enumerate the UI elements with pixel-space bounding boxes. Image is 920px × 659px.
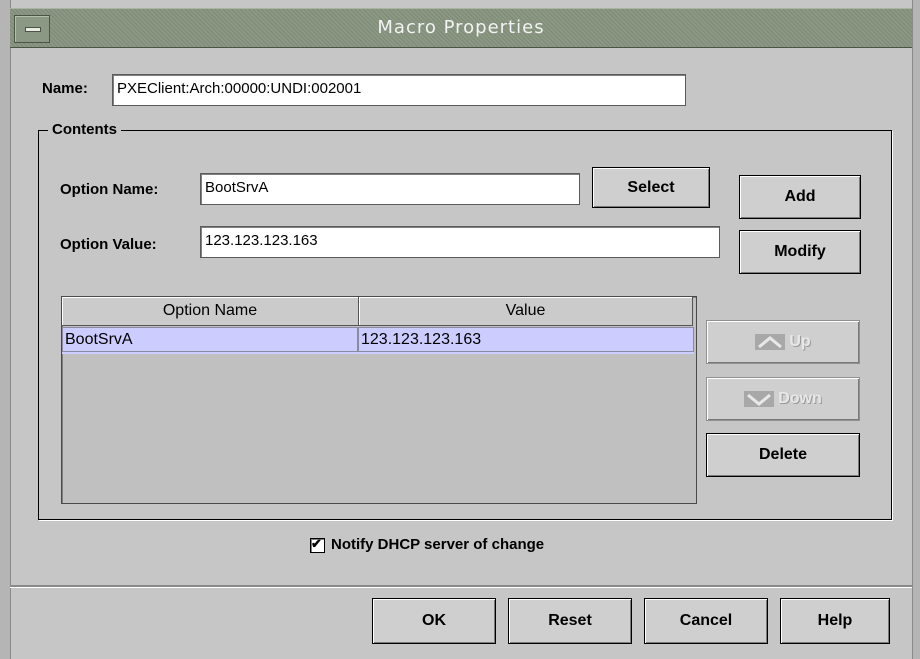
up-button[interactable]: Up [706,320,860,364]
down-button[interactable]: Down [706,377,860,421]
reset-button[interactable]: Reset [508,598,632,644]
option-name-label: Option Name: [60,181,159,198]
ok-button[interactable]: OK [372,598,496,644]
window-frame-right [912,0,920,659]
option-value-label: Option Value: [60,236,157,253]
name-label: Name: [42,80,88,97]
notify-checkbox-row[interactable]: Notify DHCP server of change [310,536,544,553]
name-label-text: Name: [42,80,88,97]
add-button[interactable]: Add [739,175,861,219]
select-button[interactable]: Select [592,167,710,208]
down-arrow-icon [744,390,775,407]
modify-button[interactable]: Modify [739,230,861,274]
check-icon[interactable] [310,536,325,553]
help-button[interactable]: Help [780,598,890,644]
contents-group-title: Contents [48,121,121,138]
table-row[interactable]: BootSrvA 123.123.123.163 [62,327,694,354]
column-header-option-name[interactable]: Option Name [62,297,359,326]
option-name-field[interactable]: BootSrvA [200,173,580,205]
cancel-button[interactable]: Cancel [644,598,768,644]
table-cell-value[interactable]: 123.123.123.163 [358,327,694,352]
table-cell-option-name[interactable]: BootSrvA [62,327,358,352]
down-label: Down [778,390,822,407]
column-header-value[interactable]: Value [359,297,693,326]
delete-button[interactable]: Delete [706,433,860,477]
name-field[interactable]: PXEClient:Arch:00000:UNDI:002001 [112,74,686,106]
footer-divider [10,585,912,588]
up-label: Up [789,333,811,350]
notify-label: Notify DHCP server of change [331,536,545,553]
option-value-field[interactable]: 123.123.123.163 [200,226,720,258]
title-bar[interactable]: Macro Properties [10,8,912,48]
window-frame-left [0,0,11,659]
window-title: Macro Properties [377,17,545,38]
options-table[interactable]: Option Name Value BootSrvA 123.123.123.1… [61,296,697,504]
up-arrow-icon [755,333,786,350]
